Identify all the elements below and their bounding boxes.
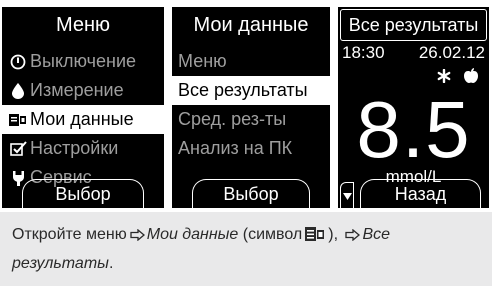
menu-arrow-icon xyxy=(345,224,361,249)
caption-symbol-open: (символ xyxy=(242,226,303,243)
power-icon xyxy=(8,52,28,72)
all-results-title: Все результаты xyxy=(340,9,487,41)
menu-item-label: Мои данные xyxy=(30,109,134,129)
caption-prefix: Откройте меню xyxy=(12,226,127,243)
my-data-item-averages[interactable]: Сред. рез-ты xyxy=(172,105,330,134)
down-arrow-icon xyxy=(342,187,352,205)
menu-arrow-icon xyxy=(130,224,145,249)
select-softkey[interactable]: Выбор xyxy=(192,179,310,208)
caption-my-data: Мои данные xyxy=(146,226,239,243)
screens-strip: Меню Выключение Измерение Мои данные Нас… xyxy=(0,0,492,212)
caption-symbol-close: ), xyxy=(328,226,339,243)
result-datetime: 18:30 26.02.12 xyxy=(342,43,485,63)
drop-icon xyxy=(8,81,28,101)
menu-item-measurement[interactable]: Измерение xyxy=(2,76,164,105)
my-data-item-all-results[interactable]: Все результаты xyxy=(172,76,330,105)
menu-screen: Меню Выключение Измерение Мои данные Нас… xyxy=(2,7,164,208)
my-data-item-label: Анализ на ПК xyxy=(178,138,293,158)
my-data-item-label: Сред. рез-ты xyxy=(178,109,287,129)
my-data-item-menu[interactable]: Меню xyxy=(172,47,330,76)
result-softkeys: Назад xyxy=(338,179,489,208)
menu-item-my-data[interactable]: Мои данные xyxy=(2,105,164,134)
my-data-title: Мои данные xyxy=(193,14,309,36)
select-softkey[interactable]: Выбор xyxy=(22,179,144,208)
menu-title: Меню xyxy=(55,14,111,36)
my-data-item-label: Меню xyxy=(178,51,227,71)
my-data-symbol-icon xyxy=(304,225,326,251)
result-date: 26.02.12 xyxy=(418,43,485,62)
menu-list: Выключение Измерение Мои данные Настройк… xyxy=(2,47,164,192)
menu-item-label: Измерение xyxy=(30,80,124,100)
my-data-item-pc-analysis[interactable]: Анализ на ПК xyxy=(172,134,330,163)
my-data-list: Меню Все результаты Сред. рез-ты Анализ … xyxy=(172,47,330,163)
my-data-screen: Мои данные Меню Все результаты Сред. рез… xyxy=(172,7,330,208)
scroll-down-button[interactable] xyxy=(340,182,354,208)
my-data-item-label: Все результаты xyxy=(178,80,308,100)
menu-item-power-off[interactable]: Выключение xyxy=(2,47,164,76)
caption-suffix: . xyxy=(108,255,114,272)
menu-item-label: Настройки xyxy=(30,138,119,158)
result-time: 18:30 xyxy=(342,43,385,62)
result-value: 8.5 xyxy=(356,85,471,174)
settings-check-icon xyxy=(8,139,28,159)
all-results-screen: Все результаты 18:30 26.02.12 8.5 mmol/L… xyxy=(338,7,489,208)
menu-item-settings[interactable]: Настройки xyxy=(2,134,164,163)
instruction-caption: Откройте меню Мои данные (символ), Все ре… xyxy=(12,222,482,276)
back-softkey[interactable]: Назад xyxy=(360,179,481,208)
menu-item-label: Выключение xyxy=(30,51,137,71)
my-data-icon xyxy=(8,110,28,130)
